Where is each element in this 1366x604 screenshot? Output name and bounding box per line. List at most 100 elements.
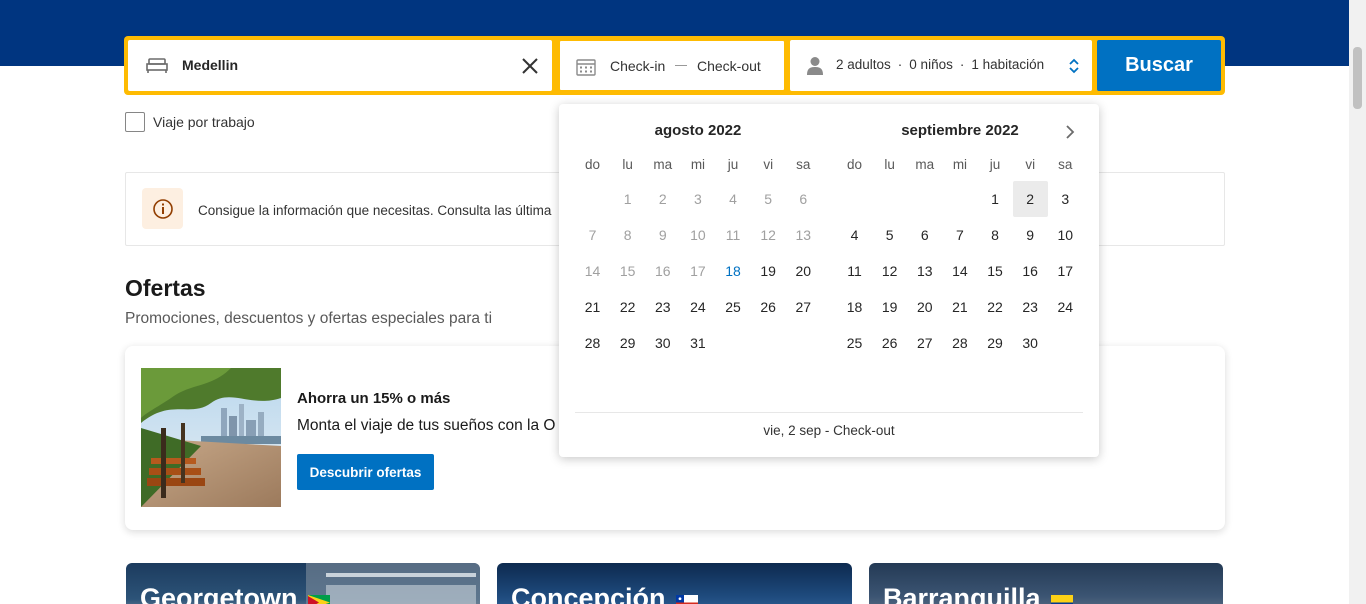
separator-dot: ·: [897, 57, 903, 72]
calendar-day[interactable]: 4: [837, 217, 872, 253]
calendar-day[interactable]: 9: [1013, 217, 1048, 253]
separator-dot: ·: [959, 57, 965, 72]
month-august: agosto 2022 do lu ma mi ju vi sa 1234567…: [575, 116, 821, 361]
calendar-day[interactable]: 12: [872, 253, 907, 289]
date-picker-popup: agosto 2022 do lu ma mi ju vi sa 1234567…: [559, 104, 1099, 457]
weekday-label: ma: [915, 157, 935, 172]
close-icon[interactable]: [520, 56, 540, 76]
calendar-day[interactable]: 2: [1012, 181, 1048, 217]
calendar-day[interactable]: 24: [680, 289, 715, 325]
calendar-day[interactable]: 20: [907, 289, 942, 325]
day-grid: 1 2 3 4 5 6 7 8 9 10 11 12 13 14 15 16 17 18 19 20 21 22 23 24 2…: [575, 181, 821, 361]
weekday-label: sa: [1058, 157, 1073, 172]
calendar-day[interactable]: 25: [716, 289, 751, 325]
calendar-day[interactable]: 14: [942, 253, 977, 289]
calendar-day[interactable]: 25: [837, 325, 872, 361]
city-name: Barranquilla: [883, 583, 1073, 604]
guests-summary[interactable]: 2 adultos · 0 niños · 1 habitación: [836, 57, 1044, 72]
calendar-day: 6: [799, 191, 808, 207]
city-card-georgetown[interactable]: Georgetown: [126, 563, 480, 604]
calendar-day[interactable]: 13: [907, 253, 942, 289]
calendar-day[interactable]: 27: [786, 289, 821, 325]
calendar-day[interactable]: 19: [872, 289, 907, 325]
calendar-day[interactable]: 10: [1048, 217, 1083, 253]
calendar-day[interactable]: 23: [1013, 289, 1048, 325]
work-trip-label[interactable]: Viaje por trabajo: [153, 114, 255, 130]
work-trip-checkbox[interactable]: [125, 112, 145, 132]
destination-value[interactable]: Medellin: [182, 57, 238, 73]
weekday-label: mi: [952, 157, 968, 172]
calendar-day[interactable]: 30: [1013, 325, 1048, 361]
calendar-day: 17: [690, 263, 706, 279]
calendar-day: 5: [764, 191, 773, 207]
city-name-text: Georgetown: [140, 583, 298, 604]
calendar-blank: [942, 181, 977, 217]
city-card-concepcion[interactable]: Concepción: [497, 563, 852, 604]
calendar-day[interactable]: 6: [907, 217, 942, 253]
calendar-day: 7: [588, 227, 597, 243]
calendar-day[interactable]: 11: [837, 253, 872, 289]
calendar-day[interactable]: 22: [978, 289, 1013, 325]
guyana-flag-icon: [307, 595, 330, 604]
calendar-day[interactable]: 31: [680, 325, 715, 361]
calendar-day[interactable]: 18: [716, 253, 751, 289]
calendar-day[interactable]: 8: [978, 217, 1013, 253]
calendar-day[interactable]: 24: [1048, 289, 1083, 325]
calendar-day: 4: [729, 191, 737, 207]
calendar-day[interactable]: 1: [978, 181, 1013, 217]
calendar-blank: [575, 181, 610, 217]
calendar-day[interactable]: 19: [751, 253, 786, 289]
calendar-day[interactable]: 7: [942, 217, 977, 253]
offers-title: Ofertas: [125, 275, 206, 301]
scrollbar[interactable]: [1349, 0, 1366, 604]
info-icon: [152, 198, 173, 219]
calendar-day[interactable]: 16: [1013, 253, 1048, 289]
colombia-flag-icon: [1050, 595, 1073, 604]
calendar-footer-text: vie, 2 sep - Check-out: [763, 423, 895, 438]
calendar-day[interactable]: 21: [942, 289, 977, 325]
calendar-day[interactable]: 28: [942, 325, 977, 361]
weekday-label: lu: [884, 157, 895, 172]
calendar-day[interactable]: 27: [907, 325, 942, 361]
children-count: 0 niños: [909, 57, 953, 72]
calendar-day[interactable]: 26: [751, 289, 786, 325]
discover-offers-button[interactable]: Descubrir ofertas: [297, 454, 434, 490]
calendar-day[interactable]: 21: [575, 289, 610, 325]
calendar-day[interactable]: 22: [610, 289, 645, 325]
offers-subtitle: Promociones, descuentos y ofertas especi…: [125, 310, 493, 327]
checkout-label[interactable]: Check-out: [697, 58, 761, 74]
calendar-day[interactable]: 29: [978, 325, 1013, 361]
calendar-day: 9: [658, 227, 667, 243]
destination-field[interactable]: Medellin: [128, 40, 552, 91]
calendar-day[interactable]: 29: [610, 325, 645, 361]
calendar-day[interactable]: 3: [1048, 181, 1083, 217]
weekday-label: lu: [622, 157, 633, 172]
dates-field[interactable]: Check-in Check-out: [559, 40, 785, 91]
divider: [575, 412, 1083, 413]
checkin-label[interactable]: Check-in: [610, 58, 665, 74]
calendar-day[interactable]: 5: [872, 217, 907, 253]
calendar-day[interactable]: 17: [1048, 253, 1083, 289]
rooms-count: 1 habitación: [971, 57, 1045, 72]
calendar-day[interactable]: 18: [837, 289, 872, 325]
calendar-day[interactable]: 15: [978, 253, 1013, 289]
calendar-day[interactable]: 30: [645, 325, 680, 361]
city-card-barranquilla[interactable]: Barranquilla: [869, 563, 1223, 604]
calendar-day[interactable]: 26: [872, 325, 907, 361]
calendar-day: 14: [584, 263, 601, 279]
month-title: agosto 2022: [654, 122, 742, 139]
weekday-label: vi: [763, 157, 774, 172]
calendar-day: 12: [760, 227, 776, 243]
calendar-blank: [837, 181, 872, 217]
scrollbar-thumb[interactable]: [1353, 47, 1362, 109]
info-text: Consigue la información que necesitas. C…: [198, 203, 552, 218]
weekday-label: mi: [690, 157, 706, 172]
chevron-updown-icon[interactable]: [1068, 57, 1080, 75]
calendar-day: 3: [694, 191, 702, 207]
calendar-day[interactable]: 28: [575, 325, 610, 361]
calendar-day[interactable]: 20: [786, 253, 821, 289]
chevron-right-icon[interactable]: [1063, 124, 1077, 140]
search-button[interactable]: Buscar: [1097, 40, 1221, 91]
guests-field[interactable]: 2 adultos · 0 niños · 1 habitación: [790, 40, 1092, 91]
calendar-day[interactable]: 23: [645, 289, 680, 325]
